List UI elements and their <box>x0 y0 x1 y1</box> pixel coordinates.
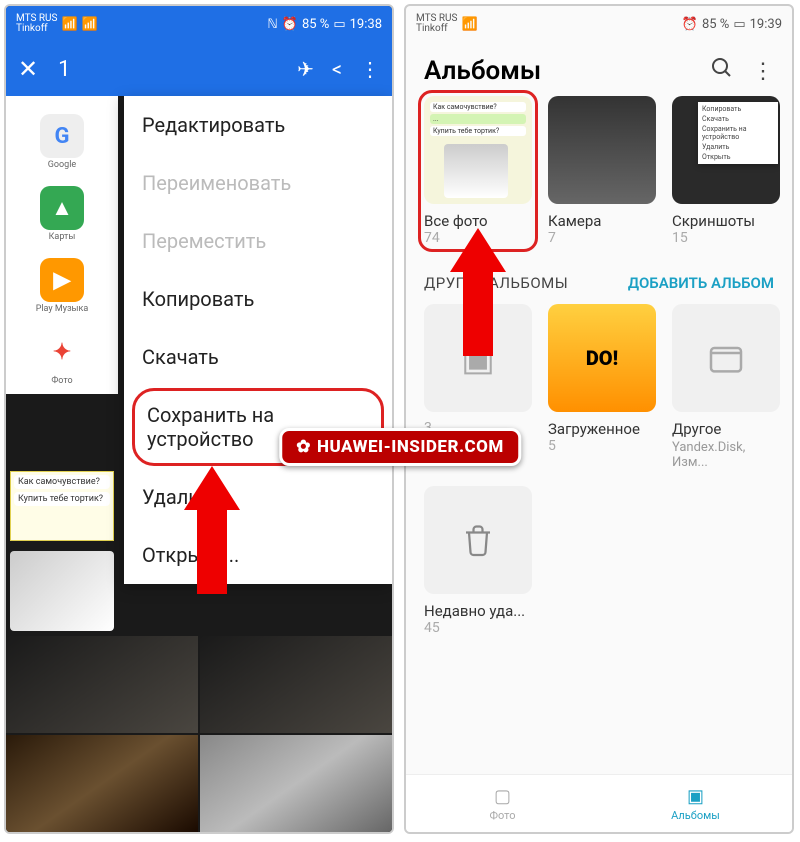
signal-icon: 📶 <box>461 17 477 32</box>
photo-icon: ▢ <box>494 786 511 807</box>
app-maps[interactable]: ▲ Карты <box>6 178 118 250</box>
albums-header: Альбомы ⋮ <box>406 42 792 96</box>
annotation-arrow <box>184 466 240 596</box>
carrier-2: Tinkoff <box>16 24 57 34</box>
menu-download[interactable]: Скачать <box>124 328 392 386</box>
photos-icon: ✦ <box>40 330 84 374</box>
huawei-logo-icon: ✿ <box>296 437 311 457</box>
album-subtitle: Yandex.Disk, Изм... <box>672 440 780 470</box>
photo-thumbnail[interactable] <box>200 735 392 832</box>
cat-thumbnail[interactable] <box>10 551 114 631</box>
album-thumbnail <box>548 96 656 204</box>
phone-left: MTS RUS Tinkoff 📶 📶 ℕ ⏰ 85 % ▭ 19:38 ✕ 1… <box>4 4 394 834</box>
album-thumbnail <box>548 304 656 412</box>
watermark-badge: ✿HUAWEI-INSIDER.COM <box>279 428 521 466</box>
album-recently-deleted[interactable]: Недавно уда... 45 <box>424 486 532 636</box>
selection-count: 1 <box>58 57 279 82</box>
folder-icon <box>672 304 780 412</box>
status-bar: MTS RUS Tinkoff 📶 📶 ℕ ⏰ 85 % ▭ 19:38 <box>6 6 392 42</box>
album-other[interactable]: Другое Yandex.Disk, Изм... <box>672 304 780 470</box>
chat-thumbnail[interactable]: Как самочувствие? Купить тебе тортик? <box>10 471 114 541</box>
menu-copy[interactable]: Копировать <box>124 270 392 328</box>
add-album-button[interactable]: ДОБАВИТЬ АЛЬБОМ <box>628 274 774 292</box>
clock: 19:39 <box>750 17 782 32</box>
clock: 19:38 <box>350 17 382 32</box>
app-play-music[interactable]: ▶ Play Музыка <box>6 250 118 322</box>
bottom-nav: ▢ Фото ▣ Альбомы <box>406 774 792 832</box>
battery-icon: ▭ <box>733 17 745 32</box>
status-bar: MTS RUS Tinkoff 📶 ⏰ 85 % ▭ 19:39 <box>406 6 792 42</box>
battery-text: 85 % <box>302 17 329 32</box>
album-title: Другое <box>672 420 780 438</box>
context-menu: Редактировать Переименовать Переместить … <box>124 96 392 584</box>
annotation-arrow <box>450 228 506 358</box>
google-icon: G <box>40 114 84 158</box>
more-icon[interactable]: ⋮ <box>360 57 380 81</box>
play-music-icon: ▶ <box>40 258 84 302</box>
album-count: 45 <box>424 620 532 636</box>
carrier-2: Tinkoff <box>416 24 457 34</box>
album-all-photos[interactable]: Как самочувствие? ... Купить тебе тортик… <box>424 96 532 246</box>
nfc-icon: ℕ <box>267 17 277 32</box>
signal-icon: 📶 <box>61 17 77 32</box>
album-title: Скриншоты <box>672 212 780 230</box>
alarm-icon: ⏰ <box>682 17 698 32</box>
maps-icon: ▲ <box>40 186 84 230</box>
photo-thumbnail[interactable] <box>6 735 198 832</box>
albums-row: Как самочувствие? ... Купить тебе тортик… <box>406 96 792 246</box>
app-photos[interactable]: ✦ Фото <box>6 322 118 394</box>
mini-menu: Копировать Скачать Сохранить на устройст… <box>698 102 778 164</box>
phone-right: MTS RUS Tinkoff 📶 ⏰ 85 % ▭ 19:39 Альбомы… <box>404 4 794 834</box>
menu-open[interactable]: Открыть... <box>124 526 392 584</box>
tab-photos[interactable]: ▢ Фото <box>406 775 599 832</box>
close-icon[interactable]: ✕ <box>18 55 38 83</box>
more-icon[interactable]: ⋮ <box>752 59 774 84</box>
album-downloaded[interactable]: Загруженное 5 <box>548 304 656 470</box>
album-title: Камера <box>548 212 656 230</box>
menu-edit[interactable]: Редактировать <box>124 96 392 154</box>
album-count: 15 <box>672 230 780 246</box>
battery-icon: ▭ <box>333 17 345 32</box>
album-count: 5 <box>548 438 656 454</box>
album-screenshots[interactable]: Копировать Скачать Сохранить на устройст… <box>672 96 780 246</box>
photo-thumbnail[interactable] <box>6 636 198 733</box>
photo-thumbnail[interactable] <box>200 636 392 733</box>
trash-icon <box>424 486 532 594</box>
alarm-icon: ⏰ <box>282 17 298 32</box>
apps-column: G Google ▲ Карты ▶ Play Музыка ✦ Фото <box>6 96 118 394</box>
menu-move[interactable]: Переместить <box>124 212 392 270</box>
tab-albums[interactable]: ▣ Альбомы <box>599 775 792 832</box>
page-title: Альбомы <box>424 56 692 86</box>
wifi-icon: 📶 <box>82 17 98 32</box>
menu-delete[interactable]: Удалить <box>124 468 392 526</box>
battery-text: 85 % <box>702 17 729 32</box>
photo-grid <box>6 636 392 832</box>
share-icon[interactable]: < <box>332 57 342 81</box>
album-title: Загруженное <box>548 420 656 438</box>
albums-icon: ▣ <box>687 786 704 807</box>
album-camera[interactable]: Камера 7 <box>548 96 656 246</box>
album-thumbnail: Копировать Скачать Сохранить на устройст… <box>672 96 780 204</box>
airplane-icon[interactable]: ✈ <box>297 57 314 81</box>
selection-toolbar: ✕ 1 ✈ < ⋮ <box>6 42 392 96</box>
album-count: 7 <box>548 230 656 246</box>
album-thumbnail: Как самочувствие? ... Купить тебе тортик… <box>424 96 532 204</box>
album-title: Недавно уда... <box>424 602 532 620</box>
search-icon[interactable] <box>710 56 734 86</box>
app-google[interactable]: G Google <box>6 106 118 178</box>
menu-rename[interactable]: Переименовать <box>124 154 392 212</box>
